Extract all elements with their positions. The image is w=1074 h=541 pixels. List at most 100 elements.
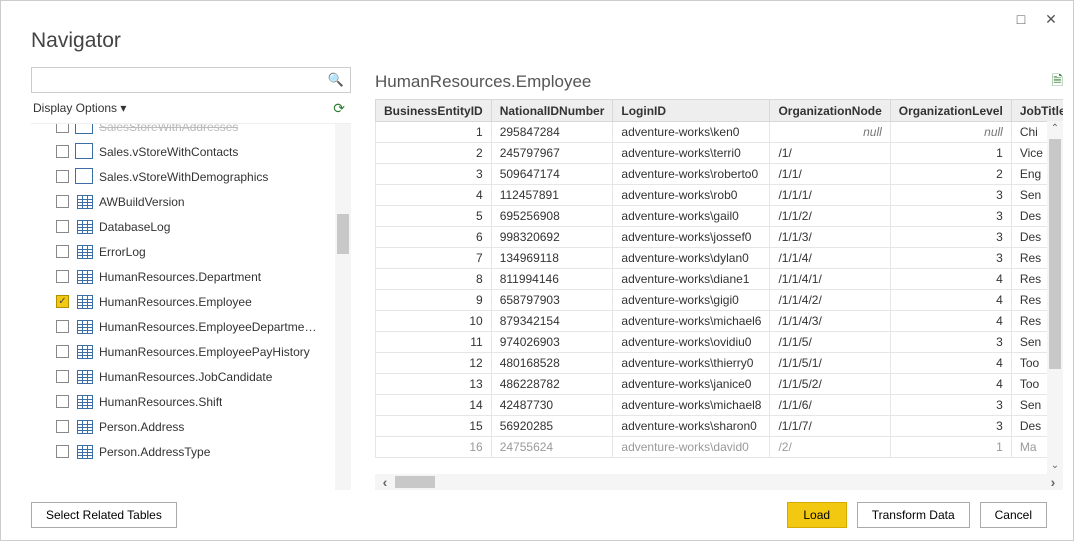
tree-item[interactable]: DatabaseLog	[31, 214, 351, 239]
cell: /1/1/1/	[770, 185, 890, 206]
tree-scrollbar[interactable]	[335, 124, 351, 490]
view-icon	[77, 124, 93, 134]
column-header[interactable]: OrganizationLevel	[890, 100, 1011, 122]
tree-item[interactable]: Person.AddressType	[31, 439, 351, 464]
load-button[interactable]: Load	[787, 502, 847, 528]
checkbox[interactable]	[56, 170, 69, 183]
tree-item[interactable]: HumanResources.Employee	[31, 289, 351, 314]
tree-item[interactable]: HumanResources.JobCandidate	[31, 364, 351, 389]
cell: null	[890, 122, 1011, 143]
checkbox[interactable]	[56, 195, 69, 208]
cell: adventure-works\janice0	[613, 374, 770, 395]
checkbox[interactable]	[56, 370, 69, 383]
cell: /1/1/4/3/	[770, 311, 890, 332]
tree-item[interactable]: SalesStoreWithAddresses	[31, 124, 351, 139]
grid-hscroll-thumb[interactable]	[395, 476, 435, 488]
column-header[interactable]: OrganizationNode	[770, 100, 890, 122]
cell: /1/1/5/2/	[770, 374, 890, 395]
table-row[interactable]: 4112457891adventure-works\rob0/1/1/1/3Se…	[376, 185, 1064, 206]
search-input[interactable]	[38, 73, 328, 87]
column-header[interactable]: JobTitle	[1011, 100, 1063, 122]
table-row[interactable]: 2245797967adventure-works\terri0/1/1Vice	[376, 143, 1064, 164]
table-row[interactable]: 7134969118adventure-works\dylan0/1/1/4/3…	[376, 248, 1064, 269]
grid-hscrollbar[interactable]: ‹ ›	[375, 474, 1063, 490]
cell: 974026903	[491, 332, 613, 353]
cell: /1/1/2/	[770, 206, 890, 227]
grid-vscrollbar[interactable]: ⌃ ⌄	[1047, 121, 1063, 474]
table-row[interactable]: 9658797903adventure-works\gigi0/1/1/4/2/…	[376, 290, 1064, 311]
checkbox[interactable]	[56, 270, 69, 283]
tree-item-label: SalesStoreWithAddresses	[99, 124, 238, 134]
tree-item[interactable]: ErrorLog	[31, 239, 351, 264]
checkbox[interactable]	[56, 145, 69, 158]
cell: 811994146	[491, 269, 613, 290]
column-header[interactable]: NationalIDNumber	[491, 100, 613, 122]
tree-scroll-thumb[interactable]	[337, 214, 349, 254]
cell: 42487730	[491, 395, 613, 416]
cell: 7	[376, 248, 492, 269]
select-related-button[interactable]: Select Related Tables	[31, 502, 177, 528]
scroll-down-icon[interactable]: ⌄	[1047, 458, 1063, 474]
cell: adventure-works\ken0	[613, 122, 770, 143]
column-header[interactable]: BusinessEntityID	[376, 100, 492, 122]
table-row[interactable]: 8811994146adventure-works\diane1/1/1/4/1…	[376, 269, 1064, 290]
search-icon[interactable]: 🔍	[328, 72, 344, 88]
table-row[interactable]: 10879342154adventure-works\michael6/1/1/…	[376, 311, 1064, 332]
table-row[interactable]: 1442487730adventure-works\michael8/1/1/6…	[376, 395, 1064, 416]
table-row[interactable]: 12480168528adventure-works\thierry0/1/1/…	[376, 353, 1064, 374]
display-options-button[interactable]: Display Options ▾	[33, 101, 126, 115]
table-row[interactable]: 1295847284adventure-works\ken0nullnullCh…	[376, 122, 1064, 143]
table-row[interactable]: 3509647174adventure-works\roberto0/1/1/2…	[376, 164, 1064, 185]
tree-item[interactable]: HumanResources.Shift	[31, 389, 351, 414]
tree-item[interactable]: AWBuildVersion	[31, 189, 351, 214]
cell: adventure-works\roberto0	[613, 164, 770, 185]
transform-button[interactable]: Transform Data	[857, 502, 970, 528]
checkbox[interactable]	[56, 445, 69, 458]
cell: 9	[376, 290, 492, 311]
column-header[interactable]: LoginID	[613, 100, 770, 122]
table-row[interactable]: 1556920285adventure-works\sharon0/1/1/7/…	[376, 416, 1064, 437]
scroll-up-icon[interactable]: ⌃	[1047, 121, 1063, 137]
tree-item[interactable]: Sales.vStoreWithContacts	[31, 139, 351, 164]
scroll-right-icon[interactable]: ›	[1043, 474, 1063, 490]
cancel-button[interactable]: Cancel	[980, 502, 1047, 528]
table-row[interactable]: 13486228782adventure-works\janice0/1/1/5…	[376, 374, 1064, 395]
tree-item-label: HumanResources.Shift	[99, 395, 222, 409]
checkbox[interactable]	[56, 345, 69, 358]
refresh-icon[interactable]: ⟳	[333, 100, 345, 117]
checkbox[interactable]	[56, 420, 69, 433]
table-icon	[77, 220, 93, 234]
scroll-left-icon[interactable]: ‹	[375, 474, 395, 490]
cell: 4	[890, 290, 1011, 311]
cell: 1	[890, 437, 1011, 458]
cell: 8	[376, 269, 492, 290]
checkbox[interactable]	[56, 245, 69, 258]
cell: 509647174	[491, 164, 613, 185]
object-tree[interactable]: SalesStoreWithAddresses Sales.vStoreWithC…	[31, 124, 351, 490]
tree-item[interactable]: Person.Address	[31, 414, 351, 439]
cell: 245797967	[491, 143, 613, 164]
tree-item[interactable]: HumanResources.EmployeeDepartmen...	[31, 314, 351, 339]
preview-options-icon[interactable]: 🗎	[1052, 70, 1063, 94]
search-box[interactable]: 🔍	[31, 67, 351, 93]
tree-item[interactable]: HumanResources.Department	[31, 264, 351, 289]
checkbox[interactable]	[56, 295, 69, 308]
checkbox[interactable]	[56, 395, 69, 408]
cell: 658797903	[491, 290, 613, 311]
checkbox[interactable]	[56, 320, 69, 333]
cell: adventure-works\michael6	[613, 311, 770, 332]
table-row[interactable]: 6998320692adventure-works\jossef0/1/1/3/…	[376, 227, 1064, 248]
table-row[interactable]: 5695256908adventure-works\gail0/1/1/2/3D…	[376, 206, 1064, 227]
tree-item[interactable]: Sales.vStoreWithDemographics	[31, 164, 351, 189]
cell: adventure-works\terri0	[613, 143, 770, 164]
tree-item[interactable]: HumanResources.EmployeePayHistory	[31, 339, 351, 364]
table-icon	[77, 395, 93, 409]
table-row[interactable]: 1624755624adventure-works\david0/2/1Ma	[376, 437, 1064, 458]
cell: 13	[376, 374, 492, 395]
cell: 4	[890, 353, 1011, 374]
table-row[interactable]: 11974026903adventure-works\ovidiu0/1/1/5…	[376, 332, 1064, 353]
checkbox[interactable]	[56, 124, 69, 133]
data-grid[interactable]: BusinessEntityIDNationalIDNumberLoginIDO…	[375, 99, 1063, 458]
grid-vscroll-thumb[interactable]	[1049, 139, 1061, 369]
checkbox[interactable]	[56, 220, 69, 233]
